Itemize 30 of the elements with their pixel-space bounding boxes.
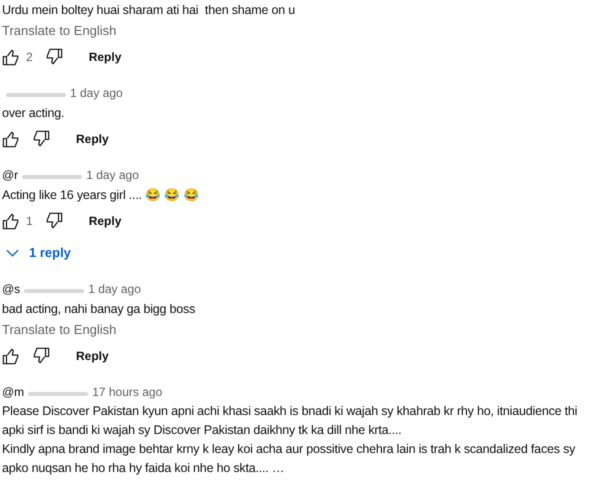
- comment-time: 1 day ago: [70, 86, 123, 100]
- reply-button[interactable]: Reply: [80, 210, 130, 232]
- chevron-down-icon: [6, 248, 19, 256]
- username[interactable]: @m: [2, 385, 24, 399]
- username[interactable]: @s: [2, 282, 20, 296]
- comment-text: bad acting, nahi banay ga bigg boss: [2, 302, 196, 316]
- translate-link[interactable]: Translate to English: [2, 320, 116, 340]
- view-replies-button[interactable]: 1 reply: [2, 239, 75, 266]
- username[interactable]: @r: [2, 168, 18, 182]
- reply-button[interactable]: Reply: [68, 128, 117, 150]
- reply-button[interactable]: Reply: [68, 345, 117, 367]
- thumbs-down-icon[interactable]: [44, 48, 63, 66]
- thumbs-down-icon[interactable]: [44, 212, 63, 230]
- translate-link[interactable]: Translate to English: [2, 21, 116, 41]
- comment-text: Please Discover Pakistan kyun apni achi khasi saakh is bnadi ki wajah sy khahrab kr rhy ho, itniaudience thi apki sirf is bandi ki wajah sy Discover Pakistan daikhny tk ka dill nhe krta.... Kindly apna brand image behtar krny k leay koi acha aur possitive chehra lain is trah k scandalized faces sy apko nuqsan he ho rha hy faida koi nhe ho skta.... …: [2, 404, 578, 475]
- comment-time: 17 hours ago: [92, 385, 162, 399]
- thumbs-up-icon[interactable]: [2, 130, 20, 148]
- reply-button[interactable]: Reply: [80, 46, 130, 68]
- like-count: 1: [26, 214, 33, 228]
- like-count: 2: [26, 50, 33, 64]
- comment-time: 1 day ago: [86, 168, 139, 182]
- thumbs-up-icon[interactable]: [2, 347, 20, 365]
- thumbs-up-icon[interactable]: [2, 48, 20, 66]
- comment-text: over acting.: [2, 106, 64, 120]
- thumbs-down-icon[interactable]: [32, 130, 50, 148]
- comment-text: Acting like 16 years girl .... 😂 😂 😂: [2, 188, 200, 202]
- comment-text: Urdu mein boltey huai sharam ati hai then shame on u: [2, 3, 296, 17]
- thumbs-up-icon[interactable]: [2, 212, 20, 230]
- comment-time: 1 day ago: [88, 282, 141, 296]
- thumbs-down-icon[interactable]: [32, 347, 50, 365]
